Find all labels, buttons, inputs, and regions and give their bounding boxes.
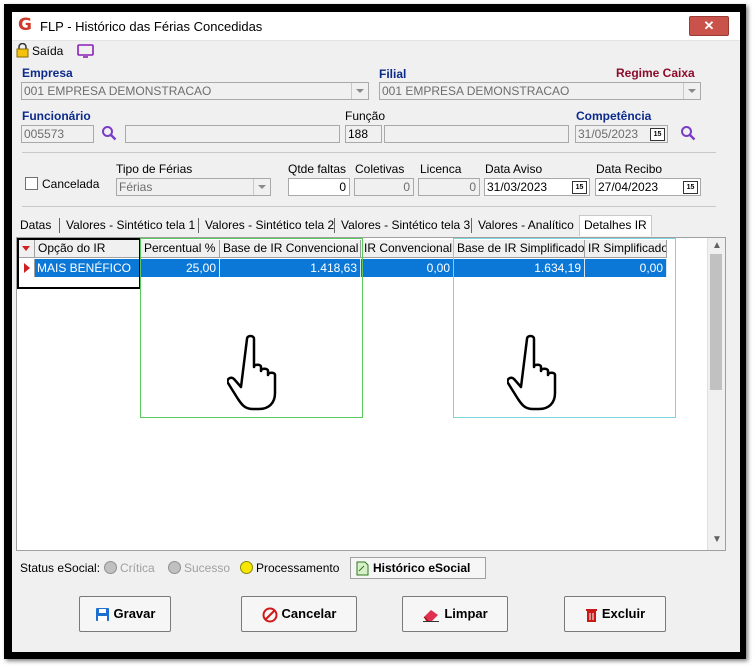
processamento-label: Processamento <box>256 561 340 575</box>
data-aviso-value: 31/03/2023 <box>487 180 548 194</box>
tipo-ferias-label: Tipo de Férias <box>116 162 193 176</box>
divider <box>22 206 716 207</box>
licenca-label: Licenca <box>420 162 462 176</box>
critica-label: Crítica <box>120 561 155 575</box>
tab-separator <box>198 218 199 233</box>
chevron-down-icon[interactable] <box>351 83 368 99</box>
data-aviso-label: Data Aviso <box>485 162 543 176</box>
data-recibo-label: Data Recibo <box>596 162 663 176</box>
status-esocial-bar: Status eSocial: Crítica Sucesso Processa… <box>16 557 728 579</box>
empresa-label: Empresa <box>22 66 73 80</box>
eraser-icon <box>423 609 440 622</box>
data-recibo-field[interactable]: 27/04/2023 15 <box>595 178 701 196</box>
app-logo-icon: G <box>18 15 32 35</box>
pointer-hand-icon <box>227 334 277 411</box>
tab-separator <box>59 218 60 233</box>
excluir-label: Excluir <box>601 606 646 621</box>
tab-detalhes-ir[interactable]: Detalhes IR <box>579 215 652 236</box>
calendar-icon[interactable]: 15 <box>572 181 587 194</box>
search-icon[interactable] <box>101 125 117 141</box>
filial-value: 001 EMPRESA DEMONSTRACAO <box>382 84 570 98</box>
cancelada-label: Cancelada <box>42 177 100 191</box>
monitor-icon[interactable] <box>77 44 94 58</box>
tipo-ferias-value: Férias <box>119 180 153 194</box>
scrollbar-thumb[interactable] <box>710 254 722 390</box>
competencia-label: Competência <box>576 109 652 123</box>
chevron-down-icon[interactable] <box>683 83 700 99</box>
tab-separator <box>471 218 472 233</box>
coletivas-field[interactable]: 0 <box>354 178 414 196</box>
funcionario-label: Funcionário <box>22 109 91 123</box>
document-icon <box>356 561 369 576</box>
table-cell[interactable]: 0,00 <box>361 259 454 277</box>
limpar-label: Limpar <box>444 606 488 621</box>
highlight-box-opcao <box>17 238 141 289</box>
search-icon[interactable] <box>680 125 696 141</box>
funcionario-code-field[interactable]: 005573 <box>21 125 94 143</box>
col-header-ir-convencional[interactable]: IR Convencional <box>361 240 454 258</box>
excluir-button[interactable]: Excluir <box>564 596 666 632</box>
toolbar: Saída <box>12 42 740 62</box>
empresa-value: 001 EMPRESA DEMONSTRACAO <box>24 84 212 98</box>
calendar-icon[interactable]: 15 <box>650 128 665 141</box>
tab-sintetico-2[interactable]: Valores - Sintético tela 2 <box>205 216 334 235</box>
lock-icon <box>16 43 29 58</box>
limpar-button[interactable]: Limpar <box>402 596 508 632</box>
funcionario-name-field[interactable] <box>125 125 340 143</box>
qtde-faltas-label: Qtde faltas <box>288 162 347 176</box>
funcao-code-field[interactable]: 188 <box>345 125 382 143</box>
filial-select[interactable]: 001 EMPRESA DEMONSTRACAO <box>379 82 701 100</box>
tab-sintetico-3[interactable]: Valores - Sintético tela 3 <box>341 216 470 235</box>
cancelar-button[interactable]: Cancelar <box>241 596 357 632</box>
funcao-name-field[interactable] <box>384 125 569 143</box>
close-button[interactable]: ✕ <box>689 16 729 36</box>
calendar-icon[interactable]: 15 <box>683 181 698 194</box>
regime-caixa-label: Regime Caixa <box>616 66 695 80</box>
tab-analitico[interactable]: Valores - Analítico <box>478 216 574 235</box>
status-esocial-label: Status eSocial: <box>20 561 101 575</box>
critica-radio[interactable] <box>104 561 117 574</box>
saida-button[interactable]: Saída <box>32 44 63 58</box>
save-icon <box>95 608 109 622</box>
licenca-field[interactable]: 0 <box>418 178 480 196</box>
data-aviso-field[interactable]: 31/03/2023 15 <box>484 178 590 196</box>
title-bar: G FLP - Histórico das Férias Concedidas … <box>12 12 740 41</box>
filial-label: Filial <box>379 67 407 81</box>
window-title: FLP - Histórico das Férias Concedidas <box>40 19 263 34</box>
cancelada-checkbox[interactable] <box>25 177 38 190</box>
ir-details-grid[interactable]: Opção do IR Percentual % Base de IR Conv… <box>16 237 726 551</box>
processamento-radio[interactable] <box>240 561 253 574</box>
vertical-scrollbar[interactable]: ▲ ▼ <box>707 238 725 550</box>
historico-esocial-label: Histórico eSocial <box>373 561 471 575</box>
cancel-icon <box>262 607 278 623</box>
empresa-select[interactable]: 001 EMPRESA DEMONSTRACAO <box>21 82 369 100</box>
divider <box>22 152 716 153</box>
gravar-button[interactable]: Gravar <box>79 596 171 632</box>
qtde-faltas-field[interactable]: 0 <box>288 178 350 196</box>
scroll-down-icon[interactable]: ▼ <box>712 534 722 545</box>
competencia-field[interactable]: 31/05/2023 15 <box>575 125 668 143</box>
competencia-value: 31/05/2023 <box>578 127 639 141</box>
data-recibo-value: 27/04/2023 <box>598 180 659 194</box>
funcao-label: Função <box>345 109 386 123</box>
cancelar-label: Cancelar <box>281 606 337 621</box>
scroll-up-icon[interactable]: ▲ <box>712 240 722 251</box>
tab-datas[interactable]: Datas <box>20 216 51 235</box>
tab-sintetico-1[interactable]: Valores - Sintético tela 1 <box>66 216 195 235</box>
sucesso-radio[interactable] <box>168 561 181 574</box>
app-window: G FLP - Histórico das Férias Concedidas … <box>12 12 740 652</box>
chevron-down-icon[interactable] <box>253 179 270 195</box>
tab-separator <box>334 218 335 233</box>
tipo-ferias-select[interactable]: Férias <box>116 178 271 196</box>
historico-esocial-button[interactable]: Histórico eSocial <box>350 557 486 579</box>
trash-icon <box>585 608 597 622</box>
coletivas-label: Coletivas <box>355 162 405 176</box>
sucesso-label: Sucesso <box>184 561 231 575</box>
gravar-label: Gravar <box>113 606 156 621</box>
pointer-hand-icon <box>507 334 557 411</box>
